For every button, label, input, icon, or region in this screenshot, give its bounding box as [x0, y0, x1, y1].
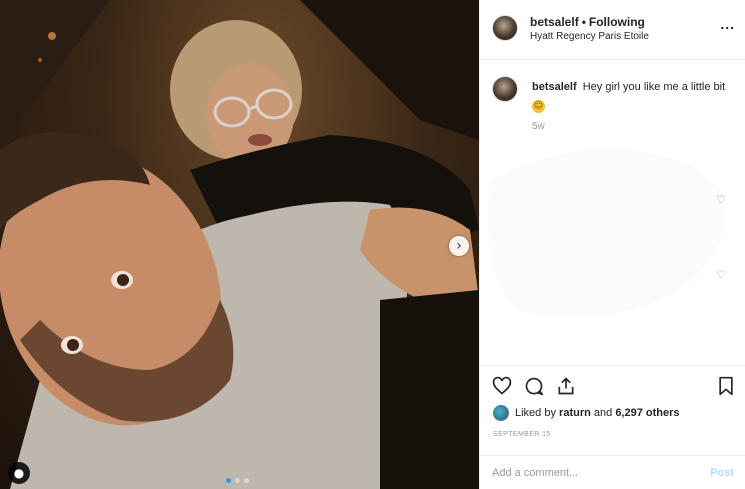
action-bar [480, 365, 745, 405]
likes-and: and [593, 407, 613, 419]
comment-like-heart-icon[interactable]: ♡ [716, 268, 726, 281]
follow-status-button[interactable]: Following [589, 15, 645, 29]
caption-avatar[interactable] [492, 76, 518, 102]
caption-username[interactable]: betsalelf [532, 81, 577, 93]
carousel-dot [235, 478, 240, 483]
next-photo-button[interactable]: › [449, 236, 469, 256]
photo-illustration [0, 0, 479, 489]
liker-avatar[interactable] [493, 405, 509, 421]
smiling-face-emoji-icon: ☺ [532, 100, 545, 113]
likes-count-link[interactable]: 6,297 others [615, 407, 679, 419]
heart-icon[interactable] [492, 376, 512, 396]
user-tag-icon[interactable]: ● [8, 462, 30, 484]
header-username[interactable]: betsalelf [530, 15, 579, 29]
carousel-dot [244, 478, 249, 483]
location-link[interactable]: Hyatt Regency Paris Etoile [530, 31, 649, 42]
comment-input[interactable] [492, 465, 682, 481]
more-options-icon[interactable]: ... [720, 16, 735, 32]
likes-prefix: Liked by [515, 407, 556, 419]
carousel-indicator [226, 478, 249, 483]
liker-username[interactable]: raturn [559, 407, 591, 419]
caption: betsalelf Hey girl you like me a little … [532, 79, 732, 113]
carousel-dot [226, 478, 231, 483]
post-side-panel: betsalelf • Following Hyatt Regency Paris … [479, 0, 745, 489]
separator-dot: • [581, 15, 586, 29]
share-icon[interactable] [556, 376, 576, 396]
comment-icon[interactable] [524, 376, 544, 396]
caption-text: Hey girl you like me a little bit [582, 81, 726, 93]
header-user-line: betsalelf • Following [530, 15, 645, 29]
bookmark-icon[interactable] [716, 376, 736, 396]
likes-summary: Liked by raturn and 6,297 others [493, 403, 680, 423]
add-comment-bar: Post [480, 455, 745, 489]
post-comment-button[interactable]: Post [710, 467, 734, 479]
faded-comments-overlay [488, 149, 726, 318]
post-header: betsalelf • Following Hyatt Regency Paris … [480, 0, 745, 60]
avatar[interactable] [492, 15, 518, 41]
comments-section[interactable]: betsalelf Hey girl you like me a little … [480, 61, 745, 364]
post-photo[interactable]: › ● [0, 0, 479, 489]
post-date[interactable]: SEPTEMBER 15 [493, 431, 551, 438]
comment-like-heart-icon[interactable]: ♡ [716, 193, 726, 206]
